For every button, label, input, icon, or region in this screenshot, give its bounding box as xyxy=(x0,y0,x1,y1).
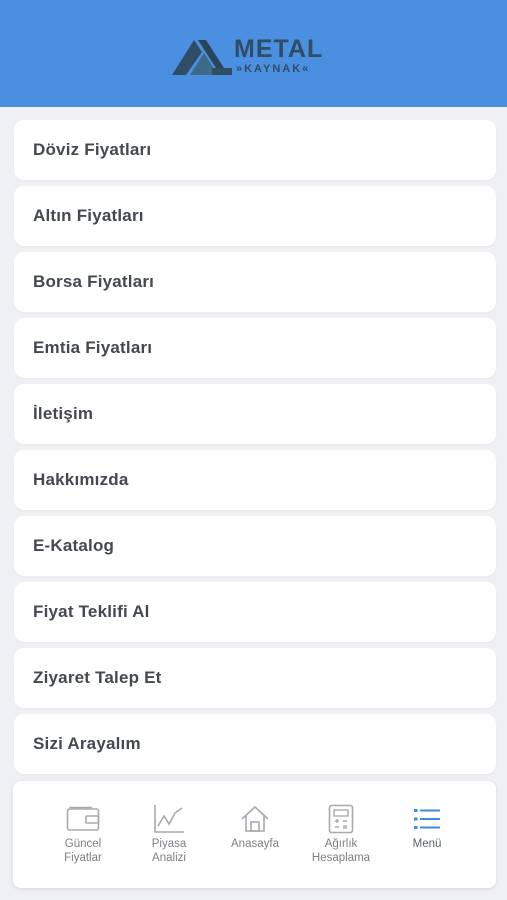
wallet-icon xyxy=(66,806,100,831)
nav-label: Anasayfa xyxy=(231,838,279,850)
menu-item-label: İletişim xyxy=(33,404,94,423)
menu-item-borsa-fiyatlari[interactable]: Borsa Fiyatları xyxy=(14,252,496,312)
menu-item-fiyat-teklifi-al[interactable]: Fiyat Teklifi Al xyxy=(14,582,496,642)
menu-item-e-katalog[interactable]: E-Katalog xyxy=(14,516,496,576)
nav-anasayfa[interactable]: Anasayfa xyxy=(210,803,300,851)
nav-label: Piyasa Analizi xyxy=(151,838,187,864)
logo-mark-icon xyxy=(172,40,232,75)
nav-label: Güncel Fiyatlar xyxy=(64,838,102,864)
menu-item-emtia-fiyatlari[interactable]: Emtia Fiyatları xyxy=(14,318,496,378)
menu-item-label: Borsa Fiyatları xyxy=(33,272,155,291)
logo-word: METAL xyxy=(234,35,324,63)
menu-item-label: E-Katalog xyxy=(33,536,115,555)
nav-agirlik-hesaplama[interactable]: Ağırlık Hesaplama xyxy=(296,803,386,865)
menu-item-doviz-fiyatlari[interactable]: Döviz Fiyatları xyxy=(14,120,496,180)
menu-item-label: Döviz Fiyatları xyxy=(33,140,152,159)
bottom-nav: Güncel Fiyatlar Piyasa Analizi Anasayfa xyxy=(13,781,496,888)
nav-menu[interactable]: Menü xyxy=(382,803,472,851)
list-icon xyxy=(414,809,440,829)
menu-item-label: Sizi Arayalım xyxy=(33,734,141,753)
metal-kaynak-logo: METAL »KAYNAK« xyxy=(172,36,342,78)
calculator-icon xyxy=(328,804,354,834)
nav-label: Ağırlık Hesaplama xyxy=(311,838,371,864)
menu-item-label: Hakkımızda xyxy=(33,470,129,489)
nav-guncel-fiyatlar[interactable]: Güncel Fiyatlar xyxy=(38,803,128,865)
menu-item-iletisim[interactable]: İletişim xyxy=(14,384,496,444)
menu-item-ziyaret-talep-et[interactable]: Ziyaret Talep Et xyxy=(14,648,496,708)
menu-item-label: Fiyat Teklifi Al xyxy=(33,602,150,621)
app-header: METAL »KAYNAK« xyxy=(0,0,507,107)
nav-piyasa-analizi[interactable]: Piyasa Analizi xyxy=(124,803,214,865)
menu-item-label: Altın Fiyatları xyxy=(33,206,144,225)
logo-subword: »KAYNAK« xyxy=(236,63,311,75)
menu-item-label: Ziyaret Talep Et xyxy=(33,668,162,687)
menu-item-label: Emtia Fiyatları xyxy=(33,338,153,357)
home-icon xyxy=(241,805,269,832)
menu-item-altin-fiyatlari[interactable]: Altın Fiyatları xyxy=(14,186,496,246)
nav-label: Menü xyxy=(412,838,442,850)
menu-item-sizi-arayalim[interactable]: Sizi Arayalım xyxy=(14,714,496,774)
menu-item-hakkimizda[interactable]: Hakkımızda xyxy=(14,450,496,510)
chart-line-icon xyxy=(154,805,184,833)
menu-list: Döviz Fiyatları Altın Fiyatları Borsa Fi… xyxy=(14,120,496,780)
